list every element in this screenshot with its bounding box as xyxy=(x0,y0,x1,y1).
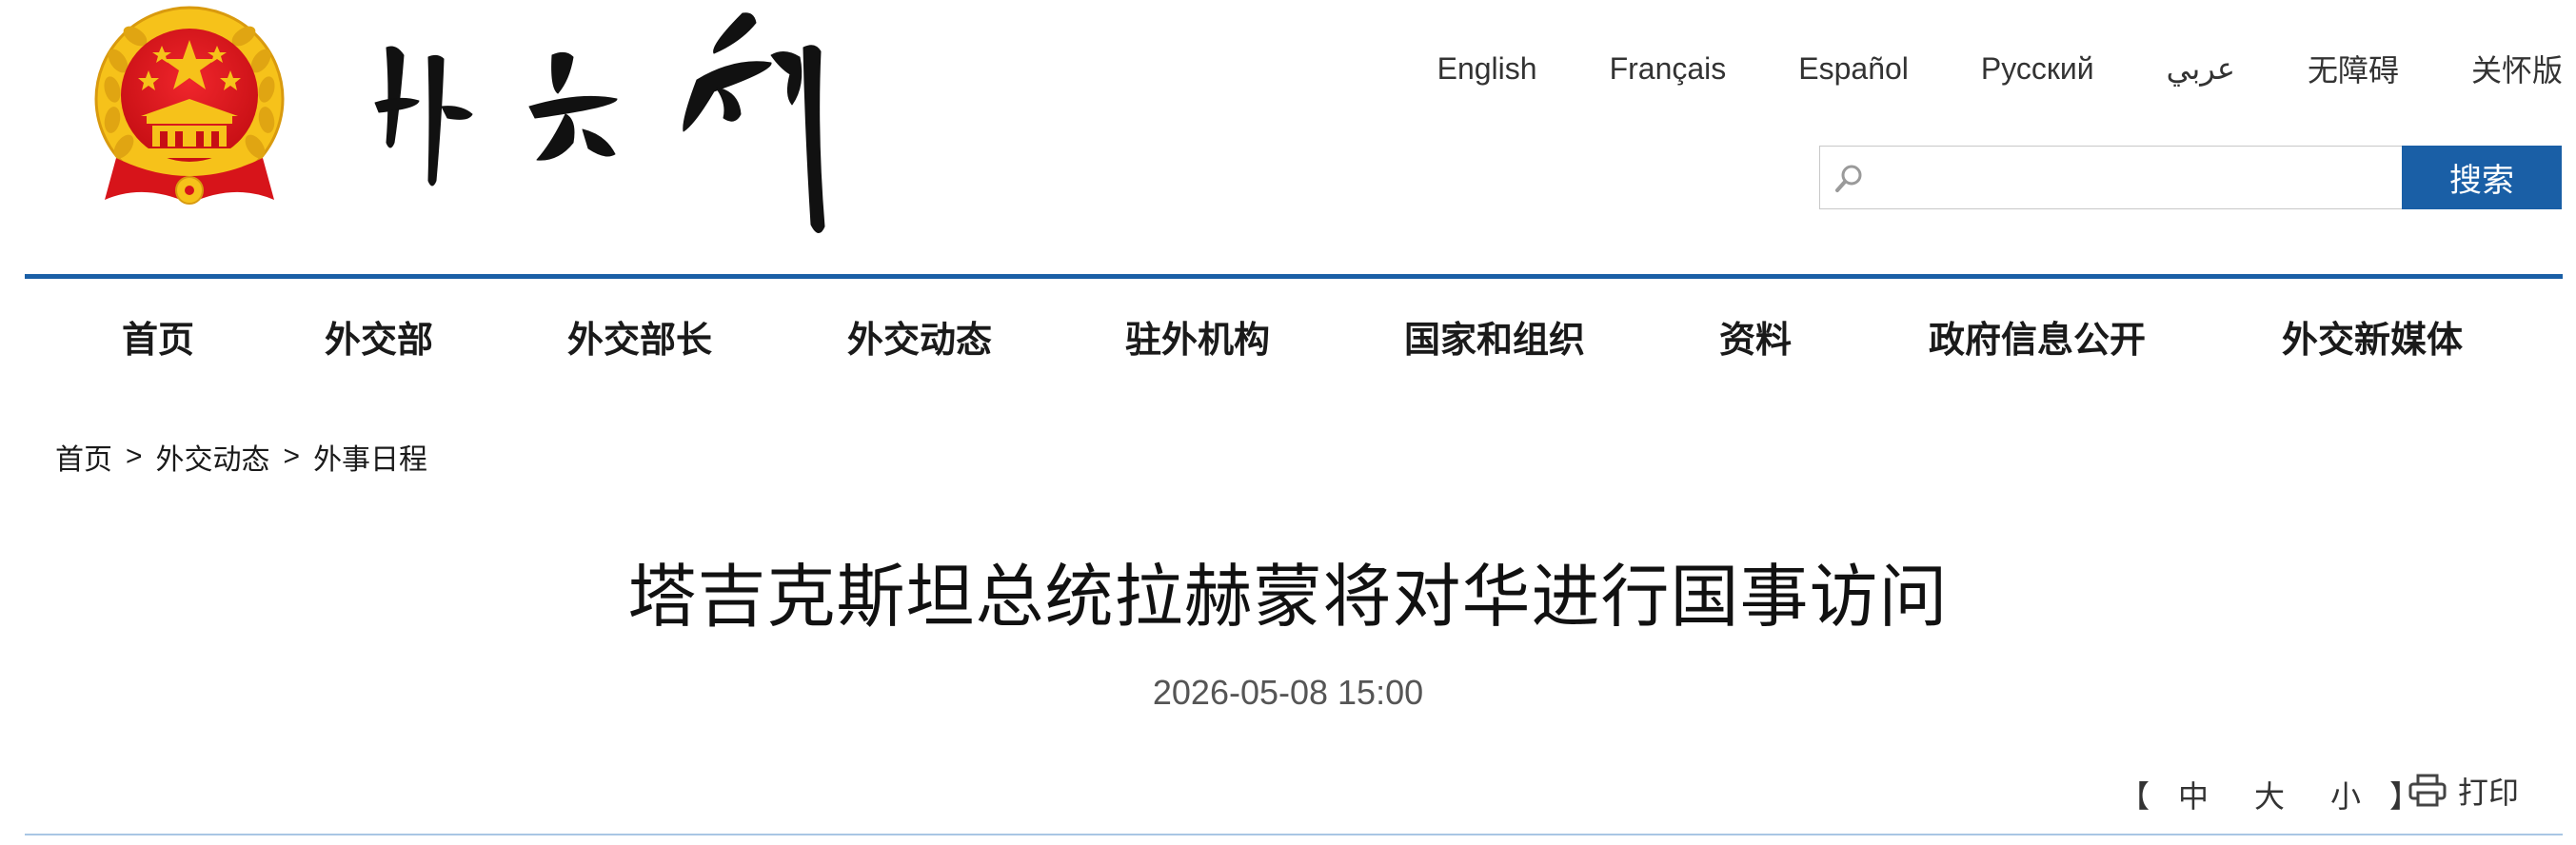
breadcrumb-schedule[interactable]: 外事日程 xyxy=(313,436,427,478)
nav-item-home[interactable]: 首页 xyxy=(122,310,194,363)
elderly-care-mode-link[interactable]: 关怀版 xyxy=(2471,47,2563,90)
breadcrumb-separator: > xyxy=(283,441,301,472)
nav-item-ministry[interactable]: 外交部 xyxy=(325,310,433,363)
font-size-selector: 【 中 大 小 】 xyxy=(2113,773,2426,816)
main-nav: 首页 外交部 外交部长 外交动态 驻外机构 国家和组织 资料 政府信息公开 外交… xyxy=(25,284,2563,388)
article-date: 2026-05-08 15:00 xyxy=(1152,673,1424,712)
nav-item-new-media[interactable]: 外交新媒体 xyxy=(2282,310,2463,363)
search-input-wrap xyxy=(1819,146,2402,209)
site-header: English Français Español Русский عربي 无障… xyxy=(0,0,2576,276)
ministry-calligraphy-logo[interactable] xyxy=(362,0,857,247)
lang-link-russian[interactable]: Русский xyxy=(1981,51,2094,87)
lang-link-french[interactable]: Français xyxy=(1610,51,1727,87)
nav-item-missions[interactable]: 驻外机构 xyxy=(1125,310,1270,363)
header-divider xyxy=(25,274,2563,279)
font-size-small[interactable]: 小 xyxy=(2330,773,2361,816)
breadcrumb-home[interactable]: 首页 xyxy=(55,436,112,478)
nav-item-resources[interactable]: 资料 xyxy=(1719,310,1792,363)
print-label: 打印 xyxy=(2458,775,2520,811)
search-icon xyxy=(1835,165,1862,192)
search-box: 搜索 xyxy=(1819,146,2562,209)
language-bar: English Français Español Русский عربي 无障… xyxy=(1365,46,2563,91)
nav-item-minister[interactable]: 外交部长 xyxy=(567,310,712,363)
nav-item-gov-info[interactable]: 政府信息公开 xyxy=(1929,310,2146,363)
accessibility-link[interactable]: 无障碍 xyxy=(2308,47,2399,90)
lang-link-arabic[interactable]: عربي xyxy=(2167,50,2235,87)
nav-item-countries[interactable]: 国家和组织 xyxy=(1404,310,1585,363)
nav-item-news[interactable]: 外交动态 xyxy=(847,310,992,363)
printer-icon xyxy=(2408,774,2447,807)
article-title: 塔吉克斯坦总统拉赫蒙将对华进行国事访问 xyxy=(627,557,1949,637)
lang-link-spanish[interactable]: Español xyxy=(1798,51,1909,87)
font-size-medium[interactable]: 中 xyxy=(2178,773,2209,816)
bracket-open: 【 xyxy=(2119,778,2150,815)
font-size-large[interactable]: 大 xyxy=(2254,773,2285,816)
lang-link-english[interactable]: English xyxy=(1437,51,1537,87)
print-button[interactable]: 打印 xyxy=(2408,769,2519,813)
search-button[interactable]: 搜索 xyxy=(2402,146,2562,209)
national-emblem-icon[interactable] xyxy=(91,4,287,213)
search-input[interactable] xyxy=(1873,147,2396,208)
breadcrumb-separator: > xyxy=(126,441,143,472)
breadcrumb-news[interactable]: 外交动态 xyxy=(156,436,270,478)
content-divider xyxy=(25,834,2563,835)
breadcrumb: 首页 > 外交动态 > 外事日程 xyxy=(55,436,427,478)
